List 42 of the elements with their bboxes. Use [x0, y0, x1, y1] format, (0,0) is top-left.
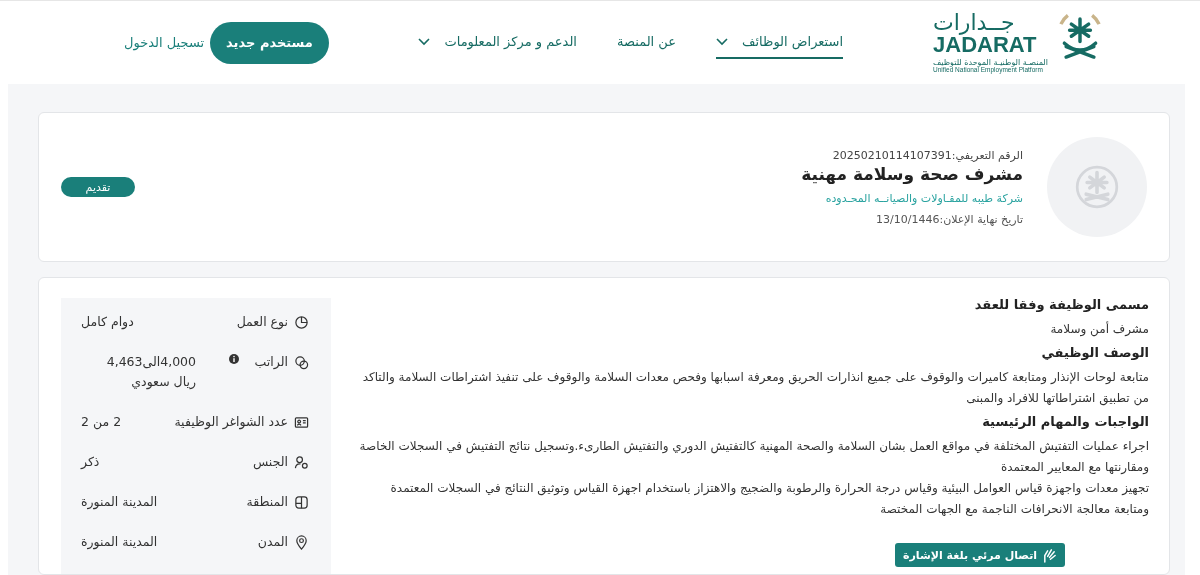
detail-label: الراتب	[254, 353, 288, 372]
nav-link[interactable]: استعراض الوظائف	[716, 26, 844, 59]
detail-value: المدينة المنورة	[81, 493, 158, 512]
detail-value: المدينة المنورة	[81, 533, 158, 552]
person-icon	[294, 454, 309, 470]
detail-label: المنطقة	[246, 493, 288, 511]
detail-value: 4,000الى4,463 ريال سعودي	[105, 353, 196, 392]
pie-chart-icon	[294, 314, 309, 330]
sign-language-call-button[interactable]: اتصال مرئي بلغة الإشارة	[895, 543, 1066, 567]
detail-value: 2 من 2	[81, 413, 122, 432]
detail-value: ذكر	[81, 453, 100, 471]
detail-value: دوام كامل	[81, 313, 134, 332]
deadline-text: تاريخ نهاية الإعلان:13/10/1446	[876, 212, 1023, 226]
detail-label: نوع العمل	[236, 313, 288, 332]
job-title: مشرف صحة وسلامة مهنية	[801, 163, 1023, 184]
info-icon[interactable]	[228, 354, 239, 364]
logo-arabic-wordmark: جــدارات	[933, 11, 1015, 34]
login-link[interactable]: تسجيل الدخول	[124, 35, 205, 50]
hand-icon	[1042, 547, 1058, 563]
company-link[interactable]: شركة طيبه للمقـاولات والصيانــه المحـدوده	[825, 191, 1023, 205]
section-heading: الواجبات والمهام الرئيسية	[981, 413, 1149, 432]
section-text: تجهيز معدات واجهزة قياس العوامل البيئية وقياس درجة الحرارة والرطوبة والضجيج والاهتزاز باستخدام اجهزة القياس وتوثيق النتائج في السجلات المعتمدة ومتابعة معالجة الانحرافات الناجمة مع الجهات المختصة	[389, 480, 1149, 518]
section-text: متابعة لوحات الإنذار ومتابعة كاميرات والوقوف على جميع انذارات الحريق ومعرفة اسبابها وفحص معدات السلامة والوقوف على تنفيذ اشتراطات السلامة والتاكد من تطبيق اشتراطاتها للافراد والمبنى	[361, 369, 1149, 408]
job-id: الرقم التعريفي:20250210114107391	[832, 148, 1023, 162]
nav-link[interactable]: الدعم و مركز المعلومات	[418, 26, 577, 59]
detail-label: المدن	[257, 533, 288, 551]
chevron-down-icon[interactable]	[418, 37, 431, 46]
chevron-down-icon[interactable]	[716, 37, 728, 46]
apply-button[interactable]: تقديم	[61, 177, 135, 197]
id-card-icon	[294, 414, 309, 430]
coins-icon	[294, 354, 309, 370]
section-heading: الوصف الوظيفي	[1040, 344, 1149, 362]
logo-tagline: المنصـة الوطنيـة الموحدة للتوظيف	[933, 58, 1048, 67]
register-button[interactable]: مستخدم جديد	[210, 21, 329, 64]
detail-label: عدد الشواغر الوظيفية	[174, 413, 288, 432]
detail-label: الجنس	[252, 453, 288, 472]
map-icon	[294, 494, 309, 510]
nav-link[interactable]: عن المنصة	[616, 26, 676, 59]
section-text: اجراء عمليات التفتيش المختلفة في مواقع العمل بشان السلامة والصحة المهنية كالتفتيش الدوري والتفتيش الطارىء.وتسجيل نتائج التفتيش في السجلات الخاصة ومقارنتها مع المعايير المعتمدة	[359, 438, 1149, 476]
location-pin-icon	[294, 534, 309, 550]
section-text: مشرف أمن وسلامة	[1049, 320, 1149, 339]
section-heading: مسمى الوظيفة وفقا للعقد	[973, 296, 1149, 314]
